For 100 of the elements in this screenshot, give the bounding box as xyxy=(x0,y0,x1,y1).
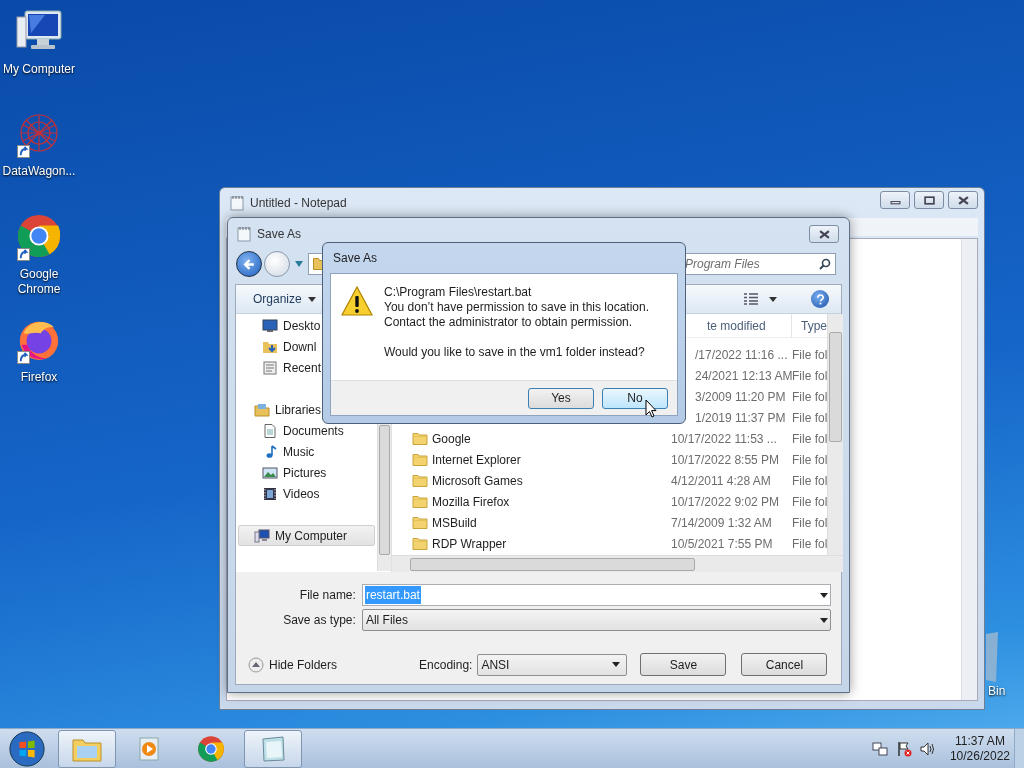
date-modified: 10/17/2022 8:55 PM xyxy=(671,451,781,469)
help-icon xyxy=(815,293,825,305)
dropdown-arrow-icon xyxy=(820,617,828,623)
folder-icon xyxy=(412,494,428,509)
file-name[interactable]: MSBuild xyxy=(432,513,477,532)
maximize-button[interactable] xyxy=(914,191,944,209)
list-view-icon xyxy=(743,293,759,305)
date-modified: 10/17/2022 11:53 ... xyxy=(671,430,778,448)
back-button[interactable] xyxy=(236,251,262,277)
column-header[interactable]: Type xyxy=(801,316,827,335)
computer-icon xyxy=(254,528,270,543)
file-name[interactable]: Internet Explorer xyxy=(432,450,521,469)
caret-icon xyxy=(769,296,777,302)
file-name[interactable]: Mozilla Firefox xyxy=(432,492,510,511)
pictures-icon xyxy=(262,465,278,480)
volume-icon[interactable] xyxy=(919,740,936,757)
nav-item[interactable]: Documents xyxy=(238,420,375,441)
file-type: File fol xyxy=(792,472,828,490)
scrollbar[interactable] xyxy=(392,555,844,572)
folder-icon xyxy=(412,536,428,551)
network-icon[interactable] xyxy=(871,740,888,757)
field-label: Save as type: xyxy=(282,612,357,629)
dialog-title: Save As xyxy=(333,250,378,267)
file-name[interactable]: Microsoft Games xyxy=(432,471,523,490)
file-type: File fol xyxy=(792,493,828,511)
close-button[interactable] xyxy=(948,191,978,209)
no-button[interactable]: No xyxy=(602,387,668,409)
taskbar-button[interactable] xyxy=(244,729,302,768)
documents-icon xyxy=(262,423,278,438)
dropdown-arrow-icon xyxy=(820,592,828,598)
notepad-icon xyxy=(230,195,244,211)
collapse-icon xyxy=(248,656,264,673)
field-label: Encoding: xyxy=(419,656,473,674)
hide-folders-button[interactable]: Hide Folders xyxy=(248,655,338,674)
organize-button[interactable]: Organize xyxy=(253,290,316,308)
desktop-icon-label[interactable]: Firefox xyxy=(0,370,78,385)
file-type: File fol xyxy=(792,346,828,364)
message-question: Would you like to save in the vm1 folder instead? xyxy=(384,345,646,360)
search-placeholder: Program Files xyxy=(685,256,761,273)
file-type: File fol xyxy=(792,409,828,427)
warning-icon xyxy=(341,286,373,316)
date-modified: 1/2019 11:37 PM xyxy=(694,409,787,427)
encoding-dropdown[interactable]: ANSI xyxy=(477,653,628,676)
file-type: File fol xyxy=(792,535,828,553)
date-modified: 4/12/2011 4:28 AM xyxy=(671,472,772,490)
yes-button[interactable]: Yes xyxy=(528,387,594,409)
dropdown-arrow-icon[interactable] xyxy=(295,261,303,267)
help-button[interactable] xyxy=(811,290,829,308)
libraries-icon xyxy=(254,402,270,417)
clock[interactable]: 11:37 AM 10/26/2022 xyxy=(949,733,1010,764)
search-icon[interactable] xyxy=(819,258,831,270)
date-modified: 10/17/2022 9:02 PM xyxy=(671,493,781,511)
minimize-button[interactable] xyxy=(880,191,910,209)
file-type-dropdown[interactable]: All Files xyxy=(361,609,831,631)
file-type: File fol xyxy=(792,430,828,448)
videos-icon xyxy=(262,486,278,501)
nav-item[interactable]: My Computer xyxy=(238,525,375,546)
file-name[interactable]: Google xyxy=(432,429,471,448)
nav-item[interactable]: Pictures xyxy=(238,462,375,483)
folder-icon xyxy=(412,452,428,467)
date-modified: /17/2022 11:16 ... xyxy=(694,346,789,364)
nav-item[interactable]: Music xyxy=(238,441,375,462)
message-text: Contact the administrator to obtain permission. xyxy=(384,315,634,330)
message-text: C:\Program Files\restart.bat xyxy=(384,285,533,300)
chrome-icon[interactable] xyxy=(15,213,63,259)
view-button[interactable] xyxy=(743,293,777,305)
scrollbar[interactable] xyxy=(961,239,977,700)
scrollbar-thumb[interactable] xyxy=(379,425,390,555)
scrollbar-thumb[interactable] xyxy=(829,332,843,442)
date-modified: 10/5/2021 7:55 PM xyxy=(671,535,774,553)
chrome-icon xyxy=(196,734,226,763)
recent-icon xyxy=(262,360,278,375)
file-name[interactable]: RDP Wrapper xyxy=(432,534,507,553)
file-type: File fol xyxy=(792,514,828,532)
cancel-button[interactable]: Cancel xyxy=(741,653,828,676)
folder-icon xyxy=(412,431,428,446)
nav-item[interactable]: Videos xyxy=(238,483,375,504)
column-header[interactable]: te modified xyxy=(683,316,766,335)
scrollbar[interactable] xyxy=(827,314,844,555)
close-button[interactable] xyxy=(809,225,839,243)
file-type: File fol xyxy=(792,367,828,385)
downloads-icon xyxy=(262,339,278,354)
save-button[interactable]: Save xyxy=(640,653,727,676)
close-icon xyxy=(818,229,830,239)
desktop-icon-label[interactable]: DataWagon... xyxy=(0,164,78,179)
close-icon xyxy=(957,195,969,205)
start-button[interactable] xyxy=(8,729,46,768)
date-modified: 7/14/2009 1:32 AM xyxy=(671,514,773,532)
file-type: File fol xyxy=(792,388,828,406)
scrollbar-thumb[interactable] xyxy=(410,557,695,571)
folder-icon xyxy=(412,515,428,530)
message-text: You don’t have permission to save in this location. xyxy=(384,300,650,315)
desktop-icon-label[interactable]: My Computer xyxy=(0,62,78,77)
caret-icon xyxy=(307,296,316,302)
back-arrow-icon xyxy=(242,257,256,271)
notepad-icon xyxy=(237,226,251,242)
taskbar-button[interactable] xyxy=(58,729,116,768)
action-center-flag-icon[interactable] xyxy=(895,740,912,757)
desktop-icon-label[interactable]: Google Chrome xyxy=(0,267,78,297)
date-modified: 3/2009 11:20 PM xyxy=(694,388,787,406)
